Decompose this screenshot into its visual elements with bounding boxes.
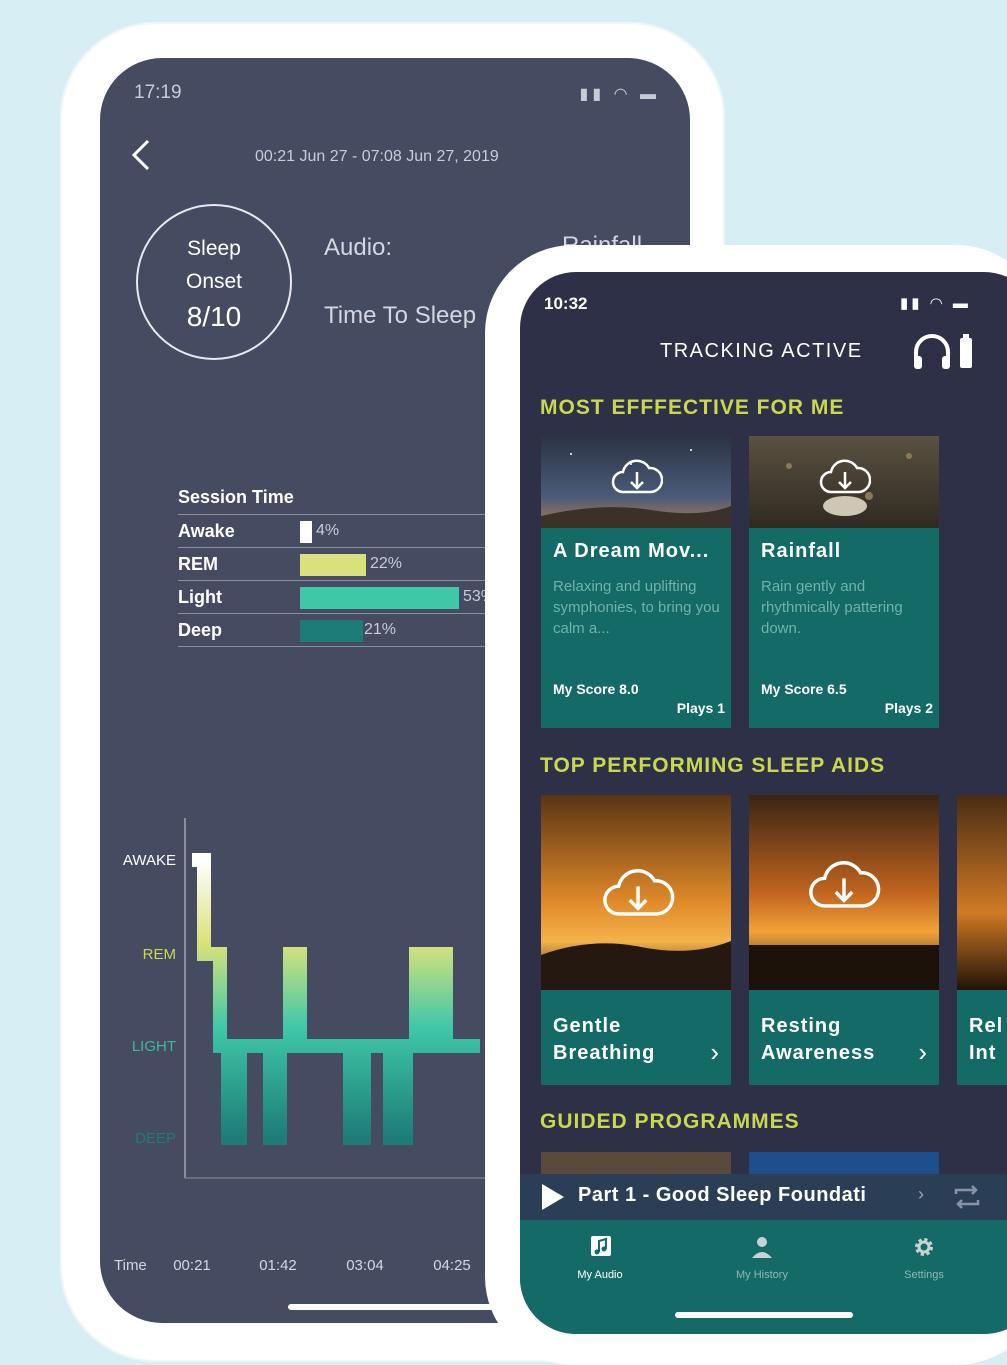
onset-label-line1: Sleep [187,237,241,260]
stage-percent: 4% [316,522,340,539]
audio-label: Audio: [324,234,393,261]
y-tick-label: AWAKE [123,852,176,869]
play-icon[interactable] [542,1184,564,1210]
home-indicator [288,1304,498,1310]
onset-label-line2: Onset [185,270,243,293]
date-range: 00:21 Jun 27 - 07:08 Jun 27, 2019 [255,148,499,165]
time-to-sleep-label: Time To Sleep [324,302,477,329]
card-title: Rainfall [761,540,842,562]
mini-player[interactable]: Part 1 - Good Sleep Foundati › [520,1174,1007,1220]
section-most-effective: MOST EFFFECTIVE FOR ME [540,396,845,419]
guided-card-image[interactable] [749,1152,939,1174]
tab-label: My History [736,1269,788,1281]
sunset-image [957,795,1007,990]
stage-name: REM [178,554,218,574]
x-tick-label: 03:04 [346,1257,384,1274]
x-tick-label: 00:21 [173,1257,211,1274]
sleep-aid-card-gentle-breathing[interactable]: Gentle Breathing › [541,795,731,1085]
tracking-title: TRACKING ACTIVE [660,340,863,362]
home-indicator [675,1312,853,1318]
status-time: 17:19 [134,82,182,103]
back-arrow-icon[interactable] [130,138,152,172]
chevron-right-icon[interactable]: › [918,1184,924,1205]
tab-my-history[interactable]: My History [702,1234,822,1281]
stage-name: Light [178,587,222,607]
stage-bar [300,521,312,543]
tab-label: My Audio [577,1269,623,1281]
card-description: Rain gently and rhythmically pattering d… [761,578,903,637]
download-cloud-icon[interactable] [611,458,663,500]
y-tick-label: DEEP [135,1130,176,1147]
card-score: My Score 6.5 [761,681,847,697]
stage-bar [300,554,366,576]
stage-bar [300,587,459,609]
card-plays: Plays 1 [676,700,725,716]
tab-my-audio[interactable]: My Audio [540,1234,660,1281]
sleep-onset-badge: Sleep Onset 8/10 [136,204,292,360]
stage-name: Awake [178,521,235,541]
status-time: 10:32 [544,294,588,313]
sleep-aid-card-partial[interactable]: Rel Int [957,795,1007,1085]
x-axis-label: Time [114,1257,147,1274]
tab-bar: My Audio My History Settings [520,1220,1007,1334]
gear-icon [915,1238,933,1256]
person-icon [752,1237,772,1258]
download-cloud-icon[interactable] [807,859,881,917]
tab-settings[interactable]: Settings [864,1234,984,1281]
stage-bar [300,620,363,642]
x-tick-label: 01:42 [259,1257,297,1274]
download-cloud-icon[interactable] [819,458,871,500]
hypnogram-line [192,853,480,1145]
guided-card-image[interactable] [541,1152,731,1174]
card-score: My Score 8.0 [553,681,639,697]
player-track-title: Part 1 - Good Sleep Foundati [578,1184,867,1206]
stage-name: Deep [178,620,223,640]
status-icons: ▮▮ ◠ ▬ [579,86,660,103]
tab-label: Settings [904,1269,944,1281]
repeat-icon[interactable] [950,1182,984,1212]
chevron-right-icon[interactable]: › [710,1037,719,1068]
my-audio-screen: 10:32 ▮▮ ◠ ▬ TRACKING ACTIVE MOST EFFFEC… [520,272,1007,1334]
card-title: Resting Awareness [761,1015,876,1064]
download-cloud-icon[interactable] [601,867,675,925]
audio-card-rainfall[interactable]: Rainfall Rain gently and rhythmically pa… [749,436,939,728]
y-tick-label: LIGHT [132,1038,176,1055]
section-top-performing: TOP PERFORMING SLEEP AIDS [540,754,886,777]
headphone-battery-icon[interactable] [912,332,982,372]
card-title: Gentle Breathing [553,1015,656,1064]
card-title: Rel Int [969,1015,1004,1064]
stage-percent: 22% [370,555,403,572]
card-plays: Plays 2 [884,700,933,716]
stage-percent: 21% [364,621,397,638]
sleep-aid-card-resting-awareness[interactable]: Resting Awareness › [749,795,939,1085]
music-note-icon [591,1236,611,1256]
status-icons: ▮▮ ◠ ▬ [900,295,971,312]
onset-score: 8/10 [186,301,242,332]
x-tick-label: 04:25 [433,1257,471,1274]
card-description: Relaxing and uplifting symphonies, to br… [553,578,720,637]
audio-card-dream[interactable]: A Dream Mov... Relaxing and uplifting sy… [541,436,731,728]
chevron-right-icon[interactable]: › [918,1037,927,1068]
section-guided: GUIDED PROGRAMMES [540,1110,800,1133]
y-tick-label: REM [143,946,176,963]
card-title: A Dream Mov... [553,540,710,562]
